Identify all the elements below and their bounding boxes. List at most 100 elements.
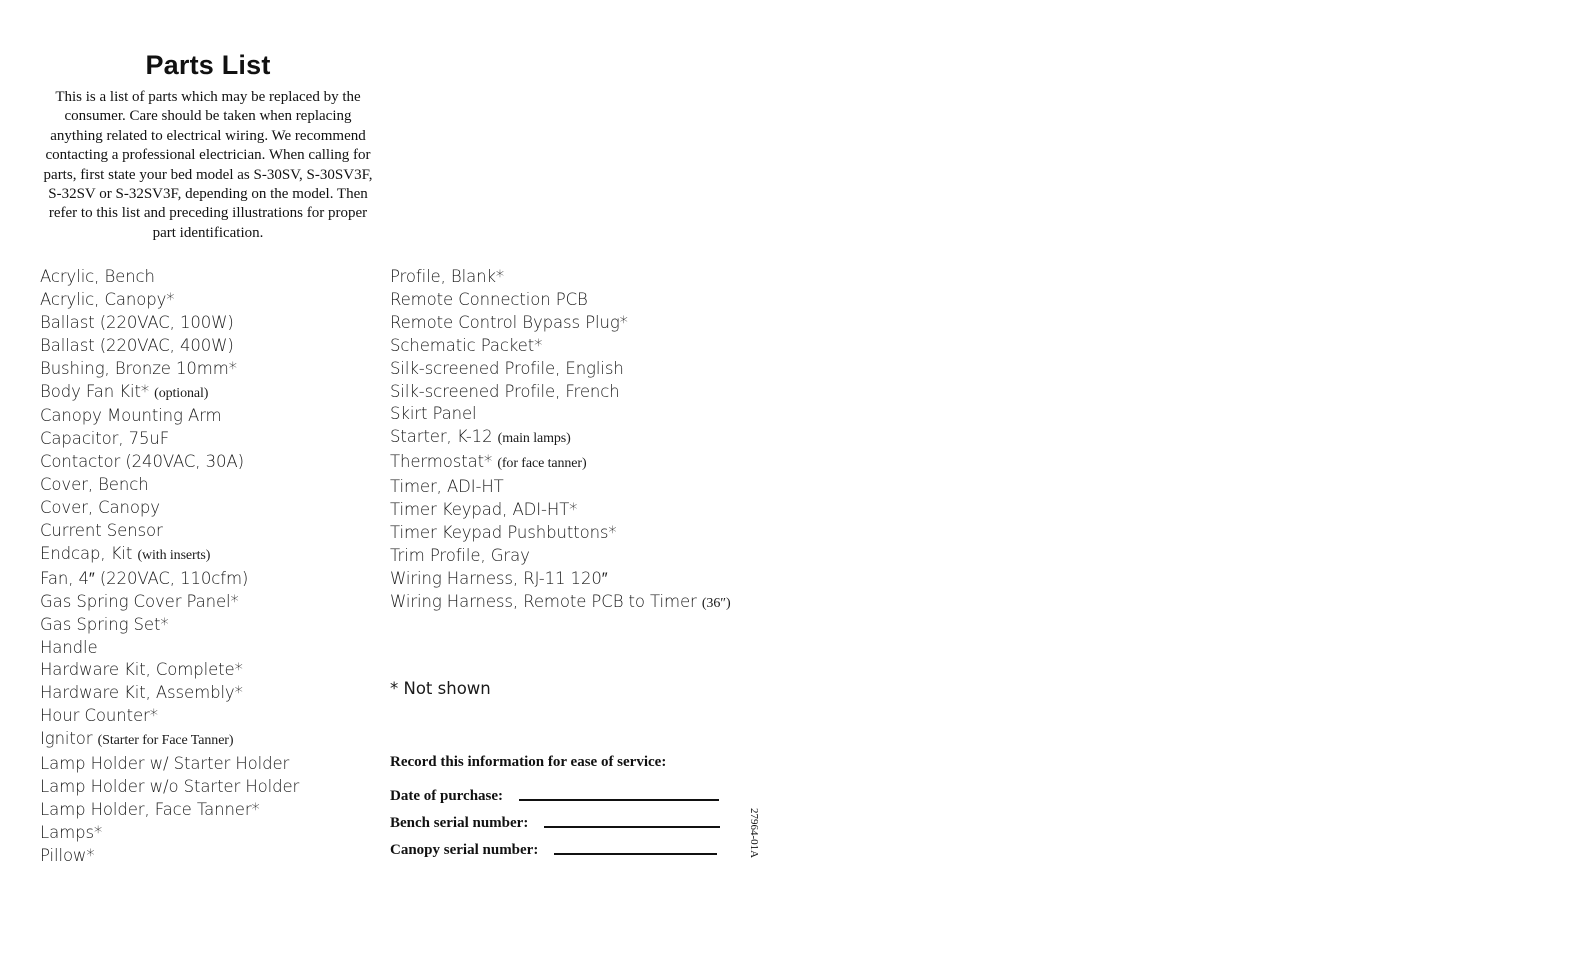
part-name: Profile, Blank* [390,267,505,286]
part-name: Lamps* [40,822,103,842]
part-name: Timer, ADI-HT [390,477,504,497]
part-item: Acrylic, Canopy* [40,289,299,312]
part-item: Capacitor, 75uF [40,428,299,451]
date-of-purchase-row: Date of purchase: [390,779,720,806]
part-item: Trim Profile, Gray [390,545,731,568]
service-record-heading: Record this information for ease of serv… [390,754,667,770]
part-item: Ballast (220VAC, 400W) [40,335,299,358]
part-name: Timer Keypad Pushbuttons* [390,522,617,542]
part-item: Canopy Mounting Arm [40,405,299,428]
part-item: Endcap, Kit (with inserts) [40,543,299,568]
part-note: (for face tanner) [497,456,587,472]
part-item: Timer Keypad Pushbuttons* [390,522,731,545]
part-note: (with inserts) [137,547,211,563]
bench-serial-field[interactable] [544,826,721,828]
part-note: (main lamps) [497,431,571,447]
part-name: Hour Counter* [40,706,158,726]
part-name: Starter, K-12 [390,427,493,447]
part-item: Hour Counter* [40,705,299,728]
part-item: Hardware Kit, Complete* [40,659,299,682]
part-name: Canopy Mounting Arm [40,406,222,426]
part-name: Lamp Holder w/o Starter Holder [40,776,300,796]
part-note: (Starter for Face Tanner) [97,733,234,749]
part-item: Contactor (240VAC, 30A) [40,451,299,474]
part-name: Current Sensor [40,520,163,540]
date-of-purchase-label: Date of purchase: [390,788,504,804]
document-number: 27964-01A [748,808,760,859]
part-item: Gas Spring Set* [40,614,299,637]
part-name: Capacitor, 75uF [40,429,170,449]
part-item: Wiring Harness, RJ-11 120″ [390,568,731,591]
part-item: Gas Spring Cover Panel* [40,591,299,614]
part-name: Skirt Panel [390,404,477,424]
part-name: Pillow* [40,845,95,865]
part-name: Timer Keypad, ADI-HT* [390,500,578,520]
part-name: Wiring Harness, RJ-11 120″ [390,568,608,588]
footnote-not-shown: * Not shown [390,679,491,698]
part-item: Lamp Holder, Face Tanner* [40,799,299,822]
part-name: Trim Profile, Gray [390,545,530,565]
part-name: Ballast (220VAC, 400W) [40,335,234,355]
part-item: Handle [40,637,299,660]
part-item: Cover, Canopy [40,497,299,520]
part-name: Lamp Holder w/ Starter Holder [40,754,290,774]
part-name: Hardware Kit, Complete* [40,660,243,680]
part-note: (optional) [154,385,209,401]
part-item: Bushing, Bronze 10mm* [40,358,299,381]
part-item: Cover, Bench [40,474,299,497]
part-item: Lamps* [40,822,299,845]
part-item: Timer Keypad, ADI-HT* [390,499,731,522]
part-name: Schematic Packet* [390,335,543,355]
page-title: Parts List [145,50,271,80]
service-record: Record this information for ease of serv… [390,752,721,860]
part-name: Bushing, Bronze 10mm* [40,358,237,378]
part-name: Fan, 4″ (220VAC, 110cfm) [40,568,249,588]
part-name: Wiring Harness, Remote PCB to Timer [390,591,697,611]
part-item: Ballast (220VAC, 100W) [40,312,299,335]
part-name: Lamp Holder, Face Tanner* [40,799,260,819]
part-name: Contactor (240VAC, 30A) [40,452,244,472]
part-item: Silk-screened Profile, English [390,358,731,381]
bench-serial-row: Bench serial number: [390,806,721,833]
part-item: Fan, 4″ (220VAC, 110cfm) [40,568,299,591]
part-name: Ignitor [40,729,93,749]
part-item: Ignitor (Starter for Face Tanner) [40,728,299,753]
part-name: Hardware Kit, Assembly* [40,683,243,703]
part-name: Ballast (220VAC, 100W) [40,312,234,332]
intro-paragraph: This is a list of parts which may be rep… [43,89,373,241]
part-name: Gas Spring Cover Panel* [40,591,239,611]
bench-serial-label: Bench serial number: [390,815,529,831]
part-item: Schematic Packet* [390,335,731,358]
part-item: Timer, ADI-HT [390,476,731,499]
part-item: Lamp Holder w/o Starter Holder [40,776,299,799]
part-name: Silk-screened Profile, English [390,358,624,378]
part-name: Thermostat* [390,452,493,472]
part-name: Acrylic, Bench [40,267,155,286]
part-item: Pillow* [40,845,299,868]
part-name: Gas Spring Set* [40,614,169,634]
date-of-purchase-field[interactable] [519,799,720,801]
part-item: Skirt Panel [390,403,731,426]
part-item: Thermostat* (for face tanner) [390,451,731,476]
part-item: Profile, Blank* [390,266,731,289]
canopy-serial-row: Canopy serial number: [390,833,720,860]
part-item: Hardware Kit, Assembly* [40,682,299,705]
part-name: Silk-screened Profile, French [390,381,620,401]
canopy-serial-field[interactable] [554,853,718,855]
part-item: Acrylic, Bench [40,266,299,289]
part-item: Remote Connection PCB [390,289,731,312]
parts-list-left: Acrylic, Bench Acrylic, Canopy* Ballast (2… [40,266,299,868]
part-item: Remote Control Bypass Plug* [390,312,731,335]
part-name: Handle [40,637,98,657]
part-name: Body Fan Kit* [40,381,149,401]
parts-list-right: Profile, Blank* Remote Connection PCB Remo… [390,266,731,616]
part-name: Acrylic, Canopy* [40,289,175,309]
part-name: Cover, Canopy [40,498,160,518]
part-item: Wiring Harness, Remote PCB to Timer (36″… [390,591,731,616]
part-name: Endcap, Kit [40,543,133,563]
part-name: Remote Control Bypass Plug* [390,312,628,332]
part-item: Body Fan Kit* (optional) [40,381,299,406]
part-item: Starter, K-12 (main lamps) [390,426,731,451]
part-note: (36″) [701,595,731,611]
part-item: Silk-screened Profile, French [390,381,731,404]
